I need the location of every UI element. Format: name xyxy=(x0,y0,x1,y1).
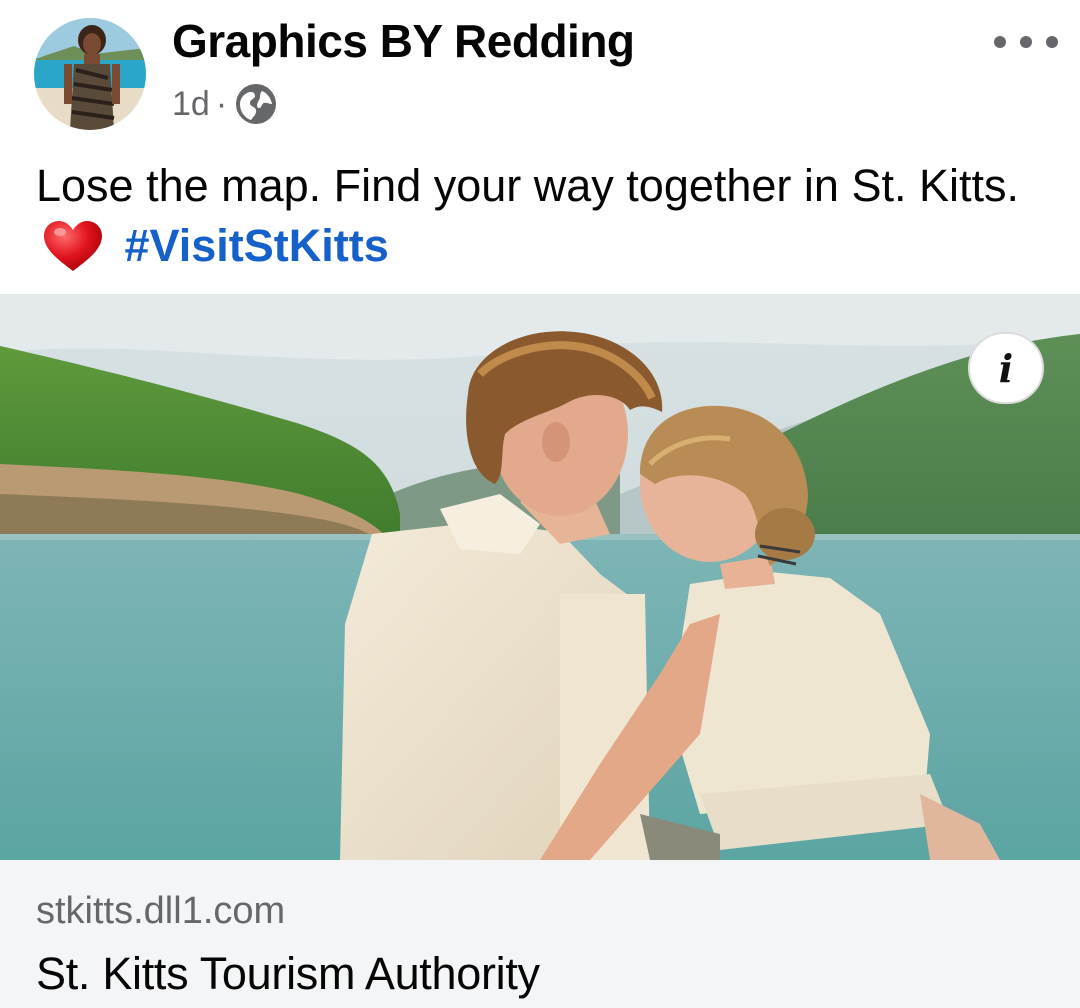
link-domain: stkitts.dll1.com xyxy=(36,890,286,932)
post-time[interactable]: 1d xyxy=(172,85,210,124)
post-meta: 1d · xyxy=(172,82,277,126)
author-avatar[interactable] xyxy=(34,18,146,130)
avatar-photo xyxy=(34,18,146,130)
info-icon: i xyxy=(998,345,1014,391)
more-options-button[interactable] xyxy=(994,28,1058,56)
globe-icon[interactable] xyxy=(235,83,277,125)
more-dots-icon-dot xyxy=(1020,36,1032,48)
post-header: Graphics BY Redding 1d · xyxy=(0,0,1080,150)
hashtag-link[interactable]: #VisitStKitts xyxy=(125,220,389,271)
meta-separator: · xyxy=(215,84,228,123)
link-title[interactable]: St. Kitts Tourism Authority xyxy=(36,948,540,1000)
ad-info-button[interactable]: i xyxy=(968,332,1044,404)
author-name[interactable]: Graphics BY Redding xyxy=(172,14,635,68)
more-dots-icon xyxy=(994,36,1006,48)
more-dots-icon-dot xyxy=(1046,36,1058,48)
post-caption: Lose the map. Find your way together in … xyxy=(36,156,1046,276)
caption-text: Lose the map. Find your way together in … xyxy=(36,160,1019,211)
ad-link-card[interactable]: stkitts.dll1.com St. Kitts Tourism Autho… xyxy=(0,860,1080,1008)
ad-photo xyxy=(0,294,1080,860)
red-heart-icon xyxy=(42,219,104,273)
ad-image[interactable] xyxy=(0,294,1080,860)
